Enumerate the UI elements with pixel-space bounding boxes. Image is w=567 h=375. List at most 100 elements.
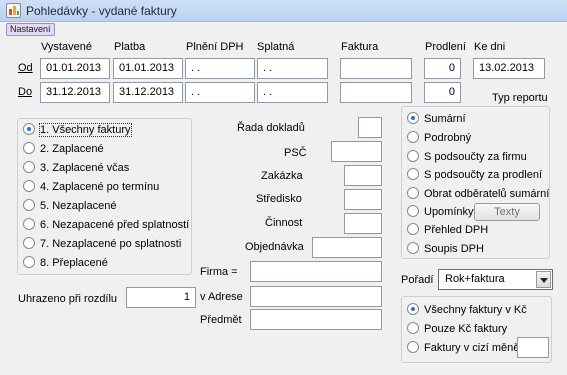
report-option-soupis-dph[interactable]: Soupis DPH <box>407 241 484 257</box>
firma-label: Firma = <box>200 266 238 278</box>
filter-option-label: 8. Přeplacené <box>40 257 108 269</box>
radio-icon <box>407 303 419 316</box>
chart-app-icon <box>6 3 21 18</box>
adrese-field[interactable] <box>250 286 382 307</box>
rada-dokladu-label: Řada dokladů <box>237 122 305 134</box>
objednavka-label: Objednávka <box>245 241 304 253</box>
report-option-label: Upomínky <box>424 206 474 218</box>
header-ke-dni: Ke dni <box>474 41 506 53</box>
do-prodleni-field[interactable]: 0 <box>424 82 461 103</box>
report-option-prehled-dph[interactable]: Přehled DPH <box>407 222 488 238</box>
filter-option-6[interactable]: 6. Nezapacené před splatností <box>23 217 189 233</box>
zakazka-field[interactable] <box>344 165 382 186</box>
cinnost-field[interactable] <box>344 213 382 234</box>
filter-option-8[interactable]: 8. Přeplacené <box>23 255 108 271</box>
report-option-label: S podsoučty za prodlení <box>424 169 543 181</box>
chevron-down-icon[interactable] <box>536 271 551 288</box>
radio-icon <box>407 150 419 163</box>
texty-button[interactable]: Texty <box>474 203 540 221</box>
currency-option-czk[interactable]: Pouze Kč faktury <box>407 321 507 337</box>
currency-option-label: Pouze Kč faktury <box>424 323 508 335</box>
report-option-upominky[interactable]: Upomínky <box>407 204 474 220</box>
row-do-label: Do <box>18 86 33 98</box>
order-select[interactable]: Rok+faktura <box>438 269 553 290</box>
report-option-obrat[interactable]: Obrat odběratelů sumární <box>407 186 549 202</box>
psc-field[interactable] <box>331 141 382 162</box>
do-platba-field[interactable]: 31.12.2013 <box>113 82 183 103</box>
report-option-firma[interactable]: S podsoučty za firmu <box>407 149 527 165</box>
filter-option-label: 1. Všechny faktury <box>39 123 132 137</box>
radio-icon <box>407 131 419 144</box>
rada-dokladu-field[interactable] <box>358 117 382 138</box>
radio-icon <box>407 205 419 218</box>
header-splatna: Splatná <box>257 41 295 53</box>
do-faktura-field[interactable] <box>340 82 412 103</box>
stredisko-field[interactable] <box>344 189 382 210</box>
currency-option-label: Faktury v cizí měně <box>424 342 520 354</box>
od-plneni-dph-field[interactable]: . . <box>185 58 255 79</box>
order-select-value: Rok+faktura <box>445 273 505 285</box>
radio-icon <box>23 161 35 174</box>
radio-icon <box>23 237 35 250</box>
radio-icon <box>407 322 419 335</box>
header-prodleni: Prodlení <box>425 41 466 53</box>
psc-label: PSČ <box>284 147 307 159</box>
od-splatna-field[interactable]: . . <box>257 58 328 79</box>
filter-option-label: 3. Zaplacené včas <box>40 162 130 174</box>
radio-icon <box>407 242 419 255</box>
radio-icon <box>23 199 35 212</box>
radio-icon <box>407 223 419 236</box>
predmet-field[interactable] <box>250 309 382 330</box>
stredisko-label: Středisko <box>256 193 302 205</box>
filter-option-5[interactable]: 5. Nezaplacené <box>23 198 116 214</box>
filter-option-7[interactable]: 7. Nezaplacené po splatnosti <box>23 236 181 252</box>
od-prodleni-field[interactable]: 0 <box>424 58 461 79</box>
order-label: Pořadí <box>401 274 434 286</box>
header-plneni-dph: Plnění DPH <box>186 41 244 53</box>
predmet-label: Předmět <box>200 314 242 326</box>
header-platba: Platba <box>114 41 146 53</box>
currency-option-all[interactable]: Všechny faktury v Kč <box>407 302 527 318</box>
firma-field[interactable] <box>250 261 382 282</box>
header-vystavene: Vystavené <box>41 41 92 53</box>
filter-option-label: 5. Nezaplacené <box>40 200 117 212</box>
ke-dni-field[interactable]: 13.02.2013 <box>473 58 545 79</box>
uhrazeno-field[interactable]: 1 <box>126 287 196 308</box>
currency-option-label: Všechny faktury v Kč <box>424 304 527 316</box>
row-od-label: Od <box>18 62 33 74</box>
od-vystavene-field[interactable]: 01.01.2013 <box>40 58 110 79</box>
report-option-label: Obrat odběratelů sumární <box>424 188 550 200</box>
report-option-label: Podrobný <box>424 132 472 144</box>
radio-icon <box>23 142 35 155</box>
settings-button[interactable]: Nastavení <box>6 23 55 36</box>
filter-option-label: 2. Zaplacené <box>40 143 104 155</box>
do-vystavene-field[interactable]: 31.12.2013 <box>40 82 110 103</box>
radio-icon <box>407 112 419 125</box>
filter-option-label: 6. Nezapacené před splatností <box>40 219 190 231</box>
od-platba-field[interactable]: 01.01.2013 <box>113 58 183 79</box>
report-option-label: Sumární <box>424 113 466 125</box>
report-option-label: Soupis DPH <box>424 243 484 255</box>
currency-code-field[interactable] <box>517 337 549 358</box>
header-faktura: Faktura <box>341 41 379 53</box>
filter-option-3[interactable]: 3. Zaplacené včas <box>23 160 129 176</box>
do-splatna-field[interactable]: . . <box>257 82 328 103</box>
report-option-prodleni[interactable]: S podsoučty za prodlení <box>407 167 542 183</box>
do-plneni-dph-field[interactable]: . . <box>185 82 255 103</box>
filter-option-2[interactable]: 2. Zaplacené <box>23 141 104 157</box>
filter-option-4[interactable]: 4. Zaplacené po termínu <box>23 179 159 195</box>
report-option-label: Přehled DPH <box>424 224 489 236</box>
uhrazeno-label: Uhrazeno při rozdílu <box>18 293 118 305</box>
radio-icon <box>407 187 419 200</box>
report-option-podrobny[interactable]: Podrobný <box>407 130 471 146</box>
report-option-label: S podsoučty za firmu <box>424 151 527 163</box>
zakazka-label: Zakázka <box>261 170 303 182</box>
filter-option-label: 7. Nezaplacené po splatnosti <box>40 238 182 250</box>
od-faktura-field[interactable] <box>340 58 412 79</box>
radio-icon <box>23 218 35 231</box>
currency-option-foreign[interactable]: Faktury v cizí měně <box>407 340 519 356</box>
filter-option-1[interactable]: 1. Všechny faktury <box>23 122 132 138</box>
report-option-sumarni[interactable]: Sumární <box>407 111 466 127</box>
window-title: Pohledávky - vydané faktury <box>26 4 177 18</box>
objednavka-field[interactable] <box>312 237 382 258</box>
